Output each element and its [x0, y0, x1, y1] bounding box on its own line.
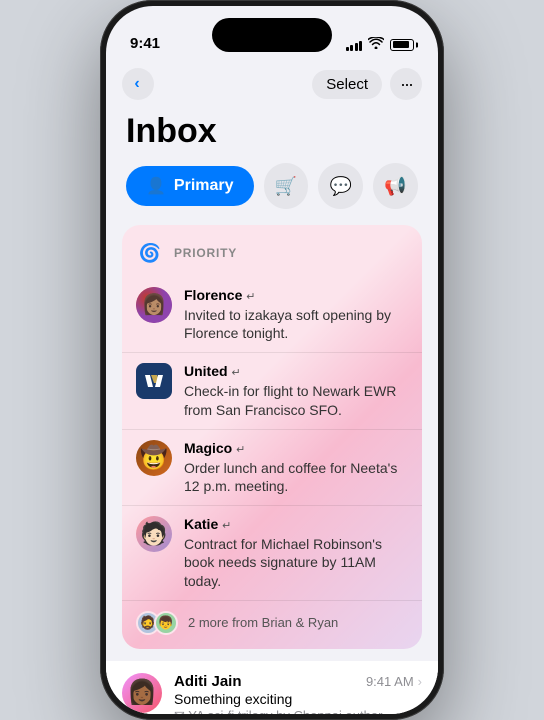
avatar-aditi: 👩🏾 — [122, 673, 162, 713]
priority-msg-katie: Contract for Michael Robinson's book nee… — [184, 535, 408, 590]
signal-bar-4 — [359, 41, 362, 51]
battery-fill — [393, 41, 409, 48]
priority-text-magico: Magico ↵ Order lunch and coffee for Neet… — [184, 440, 408, 495]
avatar-magico: 🤠 — [136, 440, 172, 476]
signal-bar-1 — [346, 47, 349, 51]
person-icon: 👤 — [146, 176, 166, 196]
reply-icon-magico: ↵ — [236, 444, 245, 456]
back-chevron-icon: ‹ — [134, 75, 139, 93]
inbox-top-row: Aditi Jain 9:41 AM › — [174, 673, 422, 690]
phone-frame: 9:41 — [100, 0, 444, 720]
tab-bar: 👤 Primary 🛒 💬 📢 — [106, 163, 438, 225]
reply-icon-katie: ↵ — [222, 520, 231, 532]
dynamic-island — [212, 18, 332, 52]
shopping-icon: 🛒 — [275, 176, 297, 197]
avatar-katie: 🧑🏻 — [136, 516, 172, 552]
inbox-sender-aditi: Aditi Jain — [174, 673, 242, 690]
tab-shopping[interactable]: 🛒 — [264, 163, 309, 209]
signal-bar-3 — [355, 43, 358, 51]
signal-bars — [346, 39, 363, 51]
tab-updates[interactable]: 📢 — [373, 163, 418, 209]
more-senders-row[interactable]: 🧔 👦 2 more from Brian & Ryan — [122, 600, 422, 639]
more-button[interactable]: ··· — [390, 68, 422, 100]
inbox-subject-aditi: Something exciting — [174, 691, 422, 707]
more-avatars: 🧔 👦 — [136, 611, 178, 635]
priority-item-magico[interactable]: 🤠 Magico ↵ Order lunch and coffee for Ne… — [122, 429, 422, 505]
sender-name-katie: Katie — [184, 516, 222, 532]
wifi-icon — [368, 37, 384, 52]
priority-label: PRIORITY — [174, 246, 237, 260]
svg-text:👩🏽: 👩🏽 — [142, 292, 167, 316]
inbox-content-aditi: Aditi Jain 9:41 AM › Something exciting … — [174, 673, 422, 714]
reply-icon: ↵ — [246, 291, 255, 303]
sender-name-united: United — [184, 363, 231, 379]
battery-icon — [390, 39, 414, 51]
mini-avatar-ryan: 👦 — [154, 611, 178, 635]
status-icons — [346, 37, 415, 52]
sender-name-florence: Florence — [184, 287, 246, 303]
inbox-preview-aditi: ✉ YA sci-fi trilogy by Chennai author — [174, 708, 422, 714]
priority-msg-magico: Order lunch and coffee for Neeta's 12 p.… — [184, 459, 408, 495]
chat-icon: 💬 — [330, 176, 352, 197]
chevron-right-icon: › — [418, 674, 422, 689]
page-title: Inbox — [106, 108, 438, 163]
select-button[interactable]: Select — [312, 70, 382, 99]
phone-screen: 9:41 — [106, 6, 438, 714]
priority-item-katie[interactable]: 🧑🏻 Katie ↵ Contract for Michael Robinson… — [122, 505, 422, 600]
priority-text-florence: Florence ↵ Invited to izakaya soft openi… — [184, 287, 408, 342]
more-senders-text: 2 more from Brian & Ryan — [188, 615, 338, 630]
reply-icon-united: ↵ — [231, 367, 240, 379]
priority-swirl-icon: 🌀 — [136, 239, 164, 267]
priority-item-florence[interactable]: 👩🏽 Florence ↵ Invited to izakaya soft op… — [122, 277, 422, 352]
priority-msg-florence: Invited to izakaya soft opening by Flore… — [184, 306, 408, 342]
tab-primary-label: Primary — [174, 177, 234, 195]
priority-msg-united: Check-in for flight to Newark EWR from S… — [184, 382, 408, 418]
priority-header: 🌀 PRIORITY — [122, 239, 422, 277]
megaphone-icon: 📢 — [384, 176, 406, 197]
avatar-united — [136, 363, 172, 399]
top-nav: ‹ Select ··· — [106, 60, 438, 108]
nav-right-controls: Select ··· — [312, 68, 422, 100]
priority-text-katie: Katie ↵ Contract for Michael Robinson's … — [184, 516, 408, 590]
tab-primary[interactable]: 👤 Primary — [126, 166, 254, 206]
inbox-time-aditi: 9:41 AM › — [366, 674, 422, 689]
signal-bar-2 — [350, 45, 353, 51]
sender-name-magico: Magico — [184, 440, 236, 456]
tab-social[interactable]: 💬 — [318, 163, 363, 209]
priority-item-united[interactable]: United ↵ Check-in for flight to Newark E… — [122, 352, 422, 428]
priority-text-united: United ↵ Check-in for flight to Newark E… — [184, 363, 408, 418]
back-button[interactable]: ‹ — [122, 68, 154, 100]
main-content: ‹ Select ··· Inbox 👤 Primary 🛒 — [106, 60, 438, 714]
ellipsis-icon: ··· — [400, 75, 412, 93]
priority-card: 🌀 PRIORITY — [122, 225, 422, 649]
avatar-florence: 👩🏽 — [136, 287, 172, 323]
inbox-item-aditi[interactable]: 👩🏾 Aditi Jain 9:41 AM › Something exciti… — [106, 661, 438, 714]
